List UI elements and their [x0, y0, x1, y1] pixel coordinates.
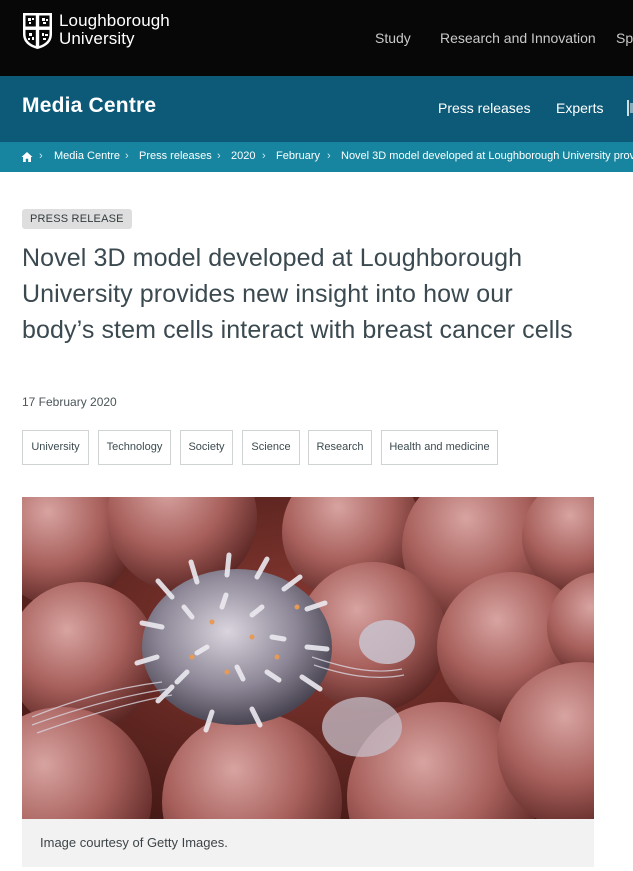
content-type-badge: PRESS RELEASE: [22, 209, 132, 229]
tag-research[interactable]: Research: [308, 430, 372, 465]
more-nav-edge-icon: [627, 100, 633, 116]
nav-sport-truncated[interactable]: Sp: [616, 29, 633, 47]
tag-university[interactable]: University: [22, 430, 89, 465]
section-header: Media Centre Press releases Experts: [0, 76, 633, 142]
tag-health-and-medicine[interactable]: Health and medicine: [381, 430, 498, 465]
tag-society[interactable]: Society: [180, 430, 233, 465]
home-icon[interactable]: [21, 151, 33, 163]
article-title: Novel 3D model developed at Loughborough…: [22, 244, 573, 344]
tag-science[interactable]: Science: [242, 430, 300, 465]
chevron-right-icon: ›: [217, 150, 221, 162]
site-header: Loughborough University Study Research a…: [0, 0, 633, 76]
nav-research-and-innovation[interactable]: Research and Innovation: [440, 29, 596, 47]
cells-illustration: [22, 497, 594, 819]
nav-study[interactable]: Study: [375, 29, 411, 47]
article-figure: Image courtesy of Getty Images.: [22, 497, 594, 867]
nav-experts[interactable]: Experts: [556, 99, 603, 117]
chevron-right-icon: ›: [125, 150, 129, 162]
breadcrumb-current: Novel 3D model developed at Loughborough…: [341, 150, 633, 162]
breadcrumb: › Media Centre › Press releases › 2020 ›…: [0, 142, 633, 172]
image-caption: Image courtesy of Getty Images.: [22, 819, 594, 867]
section-title[interactable]: Media Centre: [22, 93, 156, 119]
main-navigation: Study Research and Innovation Sp: [0, 29, 633, 47]
breadcrumb-press-releases[interactable]: Press releases: [139, 149, 212, 163]
breadcrumb-media-centre[interactable]: Media Centre: [54, 149, 120, 163]
breadcrumb-year[interactable]: 2020: [231, 149, 255, 163]
breadcrumb-month[interactable]: February: [276, 149, 320, 163]
chevron-right-icon: ›: [327, 150, 331, 162]
tag-technology[interactable]: Technology: [98, 430, 171, 465]
chevron-right-icon: ›: [262, 150, 266, 162]
nav-press-releases[interactable]: Press releases: [438, 99, 531, 117]
publish-date: 17 February 2020: [22, 395, 117, 409]
brand-line-1: Loughborough: [59, 11, 170, 30]
chevron-right-icon: ›: [39, 150, 43, 162]
